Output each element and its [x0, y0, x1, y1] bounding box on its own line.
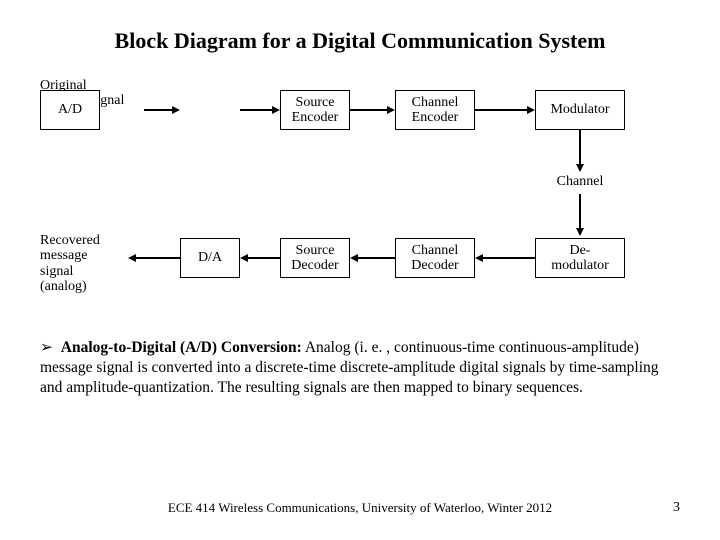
- arrow: [579, 194, 581, 230]
- arrow: [136, 257, 180, 259]
- arrow: [144, 109, 174, 111]
- bullet-paragraph: ➢ Analog-to-Digital (A/D) Conversion: An…: [40, 338, 680, 398]
- ad-block: A/D: [40, 90, 100, 130]
- arrow: [579, 130, 581, 166]
- arrow: [358, 257, 395, 259]
- arrow: [248, 257, 280, 259]
- da-block: D/A: [180, 238, 240, 278]
- arrow: [475, 109, 529, 111]
- channel-decoder-block: Channel Decoder: [395, 238, 475, 278]
- arrow: [350, 109, 390, 111]
- page-number: 3: [673, 500, 680, 516]
- modulator-block: Modulator: [535, 90, 625, 130]
- arrowhead-left-icon: [475, 254, 483, 262]
- arrowhead-right-icon: [387, 106, 395, 114]
- arrowhead-down-icon: [576, 228, 584, 236]
- demodulator-block: De- modulator: [535, 238, 625, 278]
- arrowhead-right-icon: [272, 106, 280, 114]
- arrowhead-left-icon: [240, 254, 248, 262]
- output-signal-label: Recovered message signal (analog): [40, 233, 150, 295]
- channel-label: Channel: [550, 174, 610, 190]
- block-diagram: Original message signal (analog) A/D Sou…: [40, 78, 680, 328]
- arrowhead-left-icon: [350, 254, 358, 262]
- arrow: [483, 257, 535, 259]
- source-encoder-block: Source Encoder: [280, 90, 350, 130]
- bullet-heading: Analog-to-Digital (A/D) Conversion:: [61, 339, 302, 356]
- bullet-icon: ➢: [40, 339, 53, 356]
- source-decoder-block: Source Decoder: [280, 238, 350, 278]
- channel-encoder-block: Channel Encoder: [395, 90, 475, 130]
- footer-text: ECE 414 Wireless Communications, Univers…: [0, 500, 720, 516]
- arrowhead-down-icon: [576, 164, 584, 172]
- arrowhead-right-icon: [172, 106, 180, 114]
- arrowhead-left-icon: [128, 254, 136, 262]
- page-title: Block Diagram for a Digital Communicatio…: [40, 28, 680, 54]
- arrowhead-right-icon: [527, 106, 535, 114]
- arrow: [240, 109, 274, 111]
